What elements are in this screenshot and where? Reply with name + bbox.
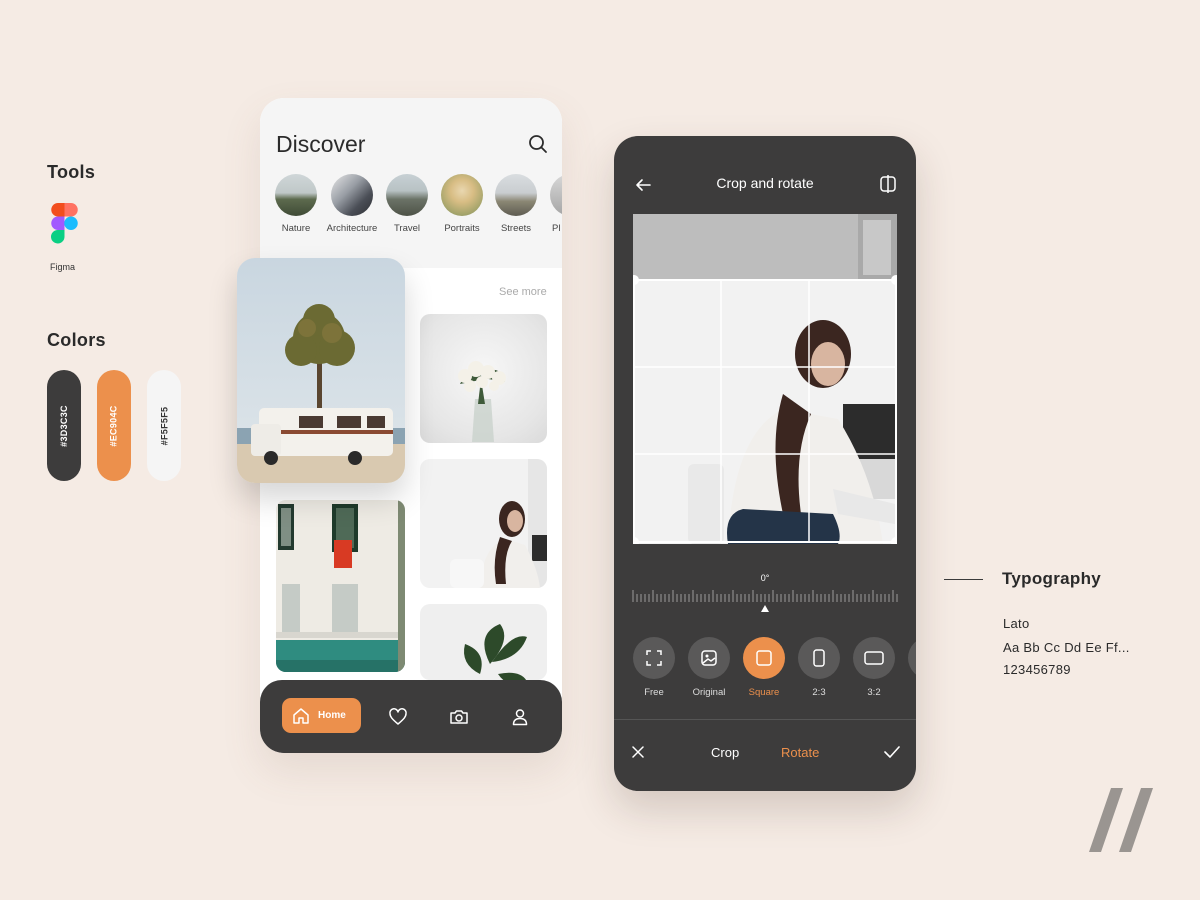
crop-rotate-screen: Crop and rotate 0° Free Original Square …: [614, 136, 916, 791]
discover-header: Discover Nature Architecture Travel Port…: [260, 98, 562, 268]
compare-icon[interactable]: [879, 175, 897, 193]
typography-title: Typography: [1002, 569, 1102, 588]
close-icon[interactable]: [631, 745, 645, 759]
typography-divider: [944, 579, 983, 580]
photo-woman[interactable]: [420, 459, 547, 588]
check-icon[interactable]: [884, 745, 900, 759]
category-thumb: [495, 174, 537, 216]
rotation-value: 0°: [760, 573, 770, 583]
crop-grid: [633, 275, 897, 544]
category-label: Architecture: [326, 223, 378, 234]
category-label: Streets: [500, 223, 532, 234]
tool-original[interactable]: Original: [681, 637, 737, 698]
colors-title: Colors: [47, 330, 106, 350]
swatch-label: #3D3C3C: [59, 404, 69, 447]
tool-button: [798, 637, 840, 679]
figma-logo: [51, 203, 78, 244]
square-icon: [756, 650, 772, 666]
photo-building[interactable]: [276, 500, 405, 672]
tool-button: [743, 637, 785, 679]
tab-home[interactable]: Home: [282, 698, 361, 733]
swatch-label: #EC904C: [109, 404, 119, 447]
ruler-indicator: [761, 605, 769, 612]
category-thumb: [331, 174, 373, 216]
category-thumb: [386, 174, 428, 216]
category-nature[interactable]: Nature: [267, 174, 325, 234]
swatch-label: #F5F5F5: [159, 406, 169, 445]
tools-title: Tools: [47, 162, 96, 182]
tool-button: [688, 637, 730, 679]
category-partial[interactable]: Pl: [542, 174, 562, 234]
free-crop-icon: [646, 650, 662, 666]
category-thumb: [441, 174, 483, 216]
home-icon: [293, 707, 309, 724]
category-thumb: [550, 174, 562, 216]
tool-more[interactable]: [901, 637, 916, 679]
profile-icon[interactable]: [510, 707, 530, 727]
tool-label: Original: [692, 687, 726, 698]
crop-tab[interactable]: Crop: [711, 745, 739, 760]
rotate-tab[interactable]: Rotate: [781, 745, 819, 760]
figma-label: Figma: [50, 262, 76, 272]
bottom-tab-bar: Home: [260, 680, 562, 753]
category-label: Portraits: [444, 223, 480, 234]
landscape-ratio-icon: [864, 651, 884, 665]
brand-slashes-icon: [1089, 788, 1153, 852]
font-name: Lato: [1003, 616, 1030, 631]
color-swatch-dark: #3D3C3C: [47, 370, 81, 481]
heart-icon[interactable]: [388, 707, 408, 727]
divider: [614, 719, 916, 720]
image-icon: [701, 650, 717, 666]
category-streets[interactable]: Streets: [487, 174, 545, 234]
tool-button: [853, 637, 895, 679]
camera-icon[interactable]: [449, 707, 469, 727]
category-label: Nature: [281, 223, 311, 234]
tool-label: Square: [748, 687, 780, 698]
tool-free[interactable]: Free: [626, 637, 682, 698]
font-sample-numbers: 123456789: [1003, 662, 1071, 677]
crop-canvas[interactable]: [633, 214, 897, 544]
featured-photo-card[interactable]: [237, 258, 405, 483]
category-label: Travel: [393, 223, 421, 234]
photo-plant[interactable]: [420, 604, 547, 680]
tool-square[interactable]: Square: [736, 637, 792, 698]
see-more-link[interactable]: See more: [499, 286, 547, 298]
screen-title: Crop and rotate: [716, 175, 814, 191]
tool-3-2[interactable]: 3:2: [846, 637, 902, 698]
tool-2-3[interactable]: 2:3: [791, 637, 847, 698]
category-travel[interactable]: Travel: [378, 174, 436, 234]
tool-label: 3:2: [867, 687, 881, 698]
tool-button: [908, 637, 916, 679]
tab-home-label: Home: [318, 710, 346, 721]
category-label: Pl: [552, 223, 561, 234]
page-title: Discover: [276, 131, 366, 157]
category-portraits[interactable]: Portraits: [433, 174, 491, 234]
color-swatch-light: #F5F5F5: [147, 370, 181, 481]
search-icon[interactable]: [528, 134, 548, 154]
photo-flowers[interactable]: [420, 314, 547, 443]
rotation-ruler[interactable]: [632, 588, 898, 618]
color-swatch-orange: #EC904C: [97, 370, 131, 481]
tool-label: 2:3: [812, 687, 826, 698]
font-sample-letters: Aa Bb Cc Dd Ee Ff...: [1003, 640, 1130, 655]
category-architecture[interactable]: Architecture: [323, 174, 381, 234]
portrait-ratio-icon: [813, 649, 825, 667]
tool-label: Free: [644, 687, 664, 698]
category-thumb: [275, 174, 317, 216]
tool-button: [633, 637, 675, 679]
